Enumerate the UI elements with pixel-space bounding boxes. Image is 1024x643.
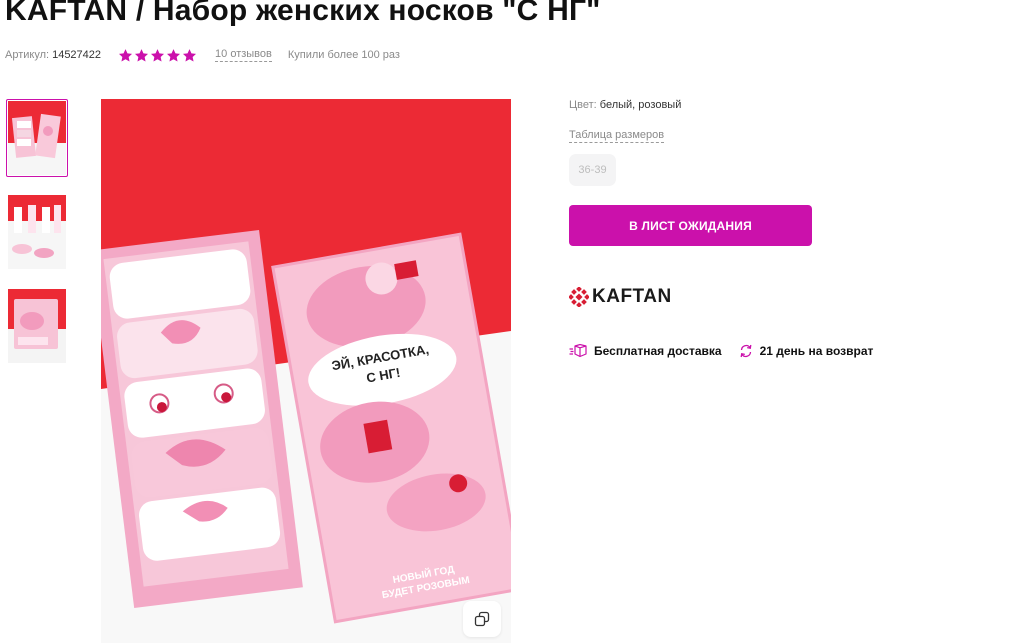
product-title: KAFTAN / Набор женских носков "С НГ" bbox=[5, 0, 601, 27]
return-label: 21 день на возврат bbox=[759, 344, 874, 358]
thumbnail-3[interactable] bbox=[6, 287, 68, 365]
bought-count: Купили более 100 раз bbox=[287, 49, 400, 61]
product-photo-socks-icon bbox=[8, 195, 66, 269]
brand-name: KAFTAN bbox=[592, 286, 672, 307]
free-delivery-label: Бесплатная доставка bbox=[594, 344, 722, 358]
reviews-link[interactable]: 10 отзывов bbox=[215, 48, 272, 62]
size-option[interactable]: 36-39 bbox=[569, 154, 616, 186]
kaftan-ornament-icon bbox=[569, 287, 589, 307]
zoom-button[interactable] bbox=[463, 601, 501, 637]
thumbnail-2[interactable] bbox=[6, 193, 68, 271]
return-arrows-icon bbox=[740, 344, 752, 358]
product-photo: ЭЙ, КРАСОТКА, С НГ! НОВЫЙ ГОД БУДЕТ РОЗО… bbox=[101, 99, 511, 643]
free-delivery: Бесплатная доставка bbox=[569, 344, 722, 358]
return-policy: 21 день на возврат bbox=[739, 344, 874, 358]
brand-logo[interactable]: KAFTAN bbox=[569, 286, 672, 308]
star-icon bbox=[134, 48, 149, 63]
size-table-link[interactable]: Таблица размеров bbox=[569, 128, 665, 143]
article-label: Артикул: bbox=[5, 49, 50, 61]
article-value: 14527422 bbox=[52, 49, 102, 61]
star-icon bbox=[182, 48, 197, 63]
color-value: белый, розовый bbox=[599, 99, 682, 111]
perks: Бесплатная доставка 21 день на возврат bbox=[569, 344, 873, 358]
main-product-image[interactable]: ЭЙ, КРАСОТКА, С НГ! НОВЫЙ ГОД БУДЕТ РОЗО… bbox=[101, 99, 511, 643]
product-photo-box-side-icon bbox=[8, 289, 66, 363]
copy-icon bbox=[474, 611, 490, 627]
star-icon bbox=[166, 48, 181, 63]
product-photo-box-icon bbox=[8, 101, 66, 175]
thumbnail-list bbox=[6, 99, 68, 381]
delivery-box-icon bbox=[569, 344, 587, 358]
star-icon bbox=[150, 48, 165, 63]
color-info: Цвет: белый, розовый bbox=[569, 99, 681, 111]
star-icon bbox=[118, 48, 133, 63]
color-label: Цвет: bbox=[569, 99, 597, 111]
thumbnail-1[interactable] bbox=[6, 99, 68, 177]
rating-stars bbox=[118, 48, 197, 63]
product-meta: Артикул: 14527422 10 отзывов Купили боле… bbox=[5, 46, 400, 64]
add-to-waitlist-button[interactable]: В ЛИСТ ОЖИДАНИЯ bbox=[569, 205, 812, 246]
